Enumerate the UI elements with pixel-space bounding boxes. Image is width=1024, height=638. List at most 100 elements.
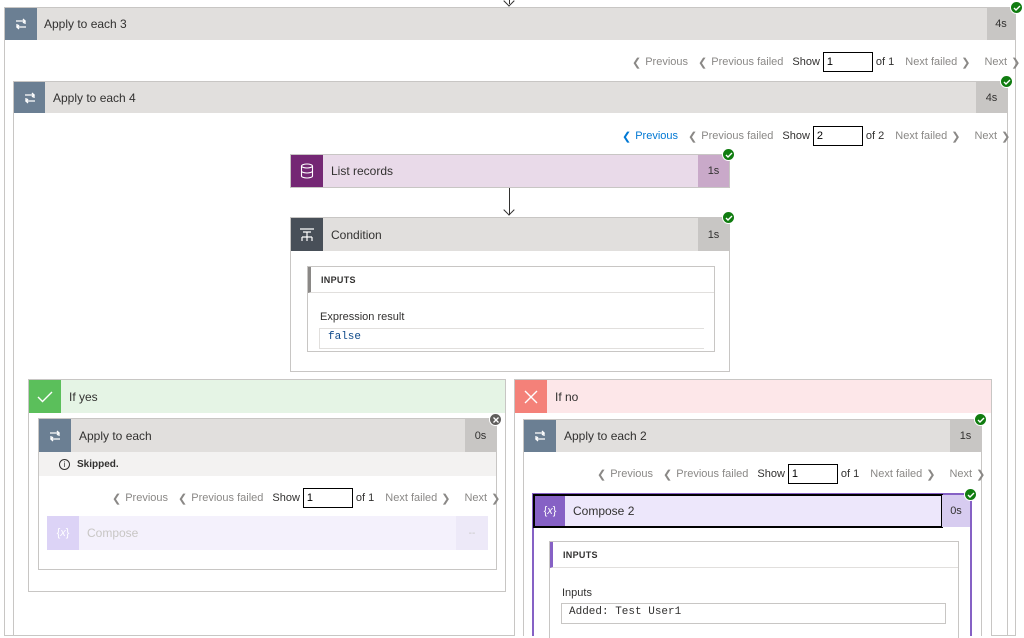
apply-to-each-header[interactable]: Apply to each 0s [39, 419, 496, 452]
iteration-count: of 1 [840, 468, 860, 480]
loop-icon [5, 8, 37, 40]
chevron-right-icon: ❯ [951, 130, 961, 143]
next-failed-link[interactable]: Next failed [385, 492, 437, 504]
chevron-left-icon: ❮ [622, 130, 632, 143]
compose-2-inputs-panel: INPUTS Inputs Added: Test User1 [549, 541, 959, 638]
chevron-left-icon: ❮ [597, 468, 607, 481]
previous-link[interactable]: Previous [635, 130, 678, 142]
apply-to-each-3-title: Apply to each 3 [44, 17, 127, 31]
next-link[interactable]: Next [949, 468, 972, 480]
apply-to-each-3-duration: 4s [987, 8, 1015, 40]
condition-inputs-panel: INPUTS Expression result false [307, 266, 715, 352]
close-x-icon [515, 380, 547, 413]
next-link[interactable]: Next [984, 56, 1007, 68]
skipped-banner: i Skipped. [39, 452, 496, 476]
pager-apply-each: ❮ Previous ❮ Previous failed Show 1 of 1… [112, 488, 500, 508]
chevron-left-icon: ❮ [178, 492, 188, 505]
loop-icon [524, 420, 556, 452]
if-yes-title: If yes [69, 389, 98, 404]
previous-link[interactable]: Previous [610, 468, 653, 480]
next-link[interactable]: Next [464, 492, 487, 504]
compose-icon: {x} [47, 516, 79, 550]
condition-icon [291, 218, 323, 251]
condition-title: Condition [331, 227, 382, 242]
chevron-right-icon: ❯ [961, 56, 971, 69]
compose-title: Compose [87, 526, 139, 540]
apply-to-each-2-header[interactable]: Apply to each 2 1s [524, 420, 981, 452]
expression-result-field: false [319, 328, 704, 349]
previous-failed-link[interactable]: Previous failed [711, 56, 783, 68]
chevron-right-icon: ❯ [976, 468, 986, 481]
next-failed-link[interactable]: Next failed [895, 130, 947, 142]
expression-result-value: false [328, 331, 362, 343]
chevron-right-icon: ❯ [441, 492, 451, 505]
loop-icon [14, 82, 45, 113]
chevron-left-icon: ❮ [688, 130, 698, 143]
inputs-value: Added: Test User1 [569, 606, 682, 618]
iteration-input[interactable]: 1 [302, 488, 353, 508]
previous-link[interactable]: Previous [645, 56, 688, 68]
compose-2-card: {x} Compose 2 0s INPUTS Inputs Added: Te… [532, 493, 972, 638]
iteration-input[interactable]: 1 [822, 52, 873, 72]
show-label: Show [757, 468, 785, 480]
iteration-input[interactable]: 2 [812, 126, 863, 146]
skipped-x-icon [489, 413, 502, 426]
inputs-heading: INPUTS [308, 267, 714, 293]
list-records-header: List records 1s [291, 155, 729, 187]
checkmark-icon [29, 380, 61, 413]
apply-to-each-3-header[interactable]: Apply to each 3 4s [5, 8, 1015, 40]
list-records-title: List records [331, 164, 394, 178]
inputs-heading: INPUTS [550, 542, 958, 568]
condition-header[interactable]: Condition 1s [291, 218, 729, 251]
next-failed-link[interactable]: Next failed [870, 468, 922, 480]
compose-icon: {x} [535, 496, 565, 526]
previous-failed-link[interactable]: Previous failed [676, 468, 748, 480]
iteration-input[interactable]: 1 [787, 464, 838, 484]
condition-card: Condition 1s INPUTS Expression result fa… [290, 217, 730, 372]
success-check-icon [1000, 75, 1013, 88]
chevron-left-icon: ❮ [632, 56, 642, 69]
chevron-left-icon: ❮ [698, 56, 708, 69]
iteration-count: of 1 [875, 56, 895, 68]
expression-result-label: Expression result [320, 311, 405, 323]
skipped-text: Skipped. [77, 458, 119, 470]
iteration-count: of 1 [355, 492, 375, 504]
previous-failed-link[interactable]: Previous failed [191, 492, 263, 504]
compose-duration: -- [456, 516, 488, 550]
apply-to-each-4-title: Apply to each 4 [53, 90, 136, 105]
next-failed-link[interactable]: Next failed [905, 56, 957, 68]
show-label: Show [792, 56, 820, 68]
inputs-field-label: Inputs [562, 587, 592, 599]
list-records-card[interactable]: List records 1s [290, 154, 730, 188]
previous-link[interactable]: Previous [125, 492, 168, 504]
show-label: Show [782, 130, 810, 142]
info-icon: i [59, 458, 70, 470]
chevron-right-icon: ❯ [491, 492, 501, 505]
show-label: Show [272, 492, 300, 504]
next-link[interactable]: Next [974, 130, 997, 142]
success-check-icon [722, 211, 735, 224]
if-no-header[interactable]: If no [515, 380, 991, 413]
iteration-count: of 2 [865, 130, 885, 142]
if-yes-header[interactable]: If yes [29, 380, 505, 413]
compose-2-title: Compose 2 [573, 504, 635, 518]
loop-icon [39, 419, 71, 452]
success-check-icon [722, 148, 735, 161]
chevron-left-icon: ❮ [112, 492, 122, 505]
chevron-right-icon: ❯ [926, 468, 936, 481]
previous-failed-link[interactable]: Previous failed [701, 130, 773, 142]
pager-apply-3: ❮ Previous ❮ Previous failed Show 1 of 1… [632, 52, 1020, 72]
top-arrow-icon [503, 0, 515, 7]
success-check-icon [1010, 1, 1023, 14]
pager-apply-4: ❮ Previous ❮ Previous failed Show 2 of 2… [622, 126, 1010, 146]
chevron-right-icon: ❯ [1011, 56, 1021, 69]
chevron-left-icon: ❮ [663, 468, 673, 481]
compose-card[interactable]: {x} Compose -- [47, 516, 488, 550]
success-check-icon [974, 413, 987, 426]
database-icon [291, 155, 323, 187]
apply-to-each-4-header[interactable]: Apply to each 4 4s [14, 82, 1007, 113]
compose-2-header[interactable]: {x} Compose 2 [533, 494, 943, 528]
if-no-title: If no [555, 389, 579, 404]
apply-to-each-title: Apply to each [79, 428, 152, 443]
chevron-right-icon: ❯ [1001, 130, 1011, 143]
